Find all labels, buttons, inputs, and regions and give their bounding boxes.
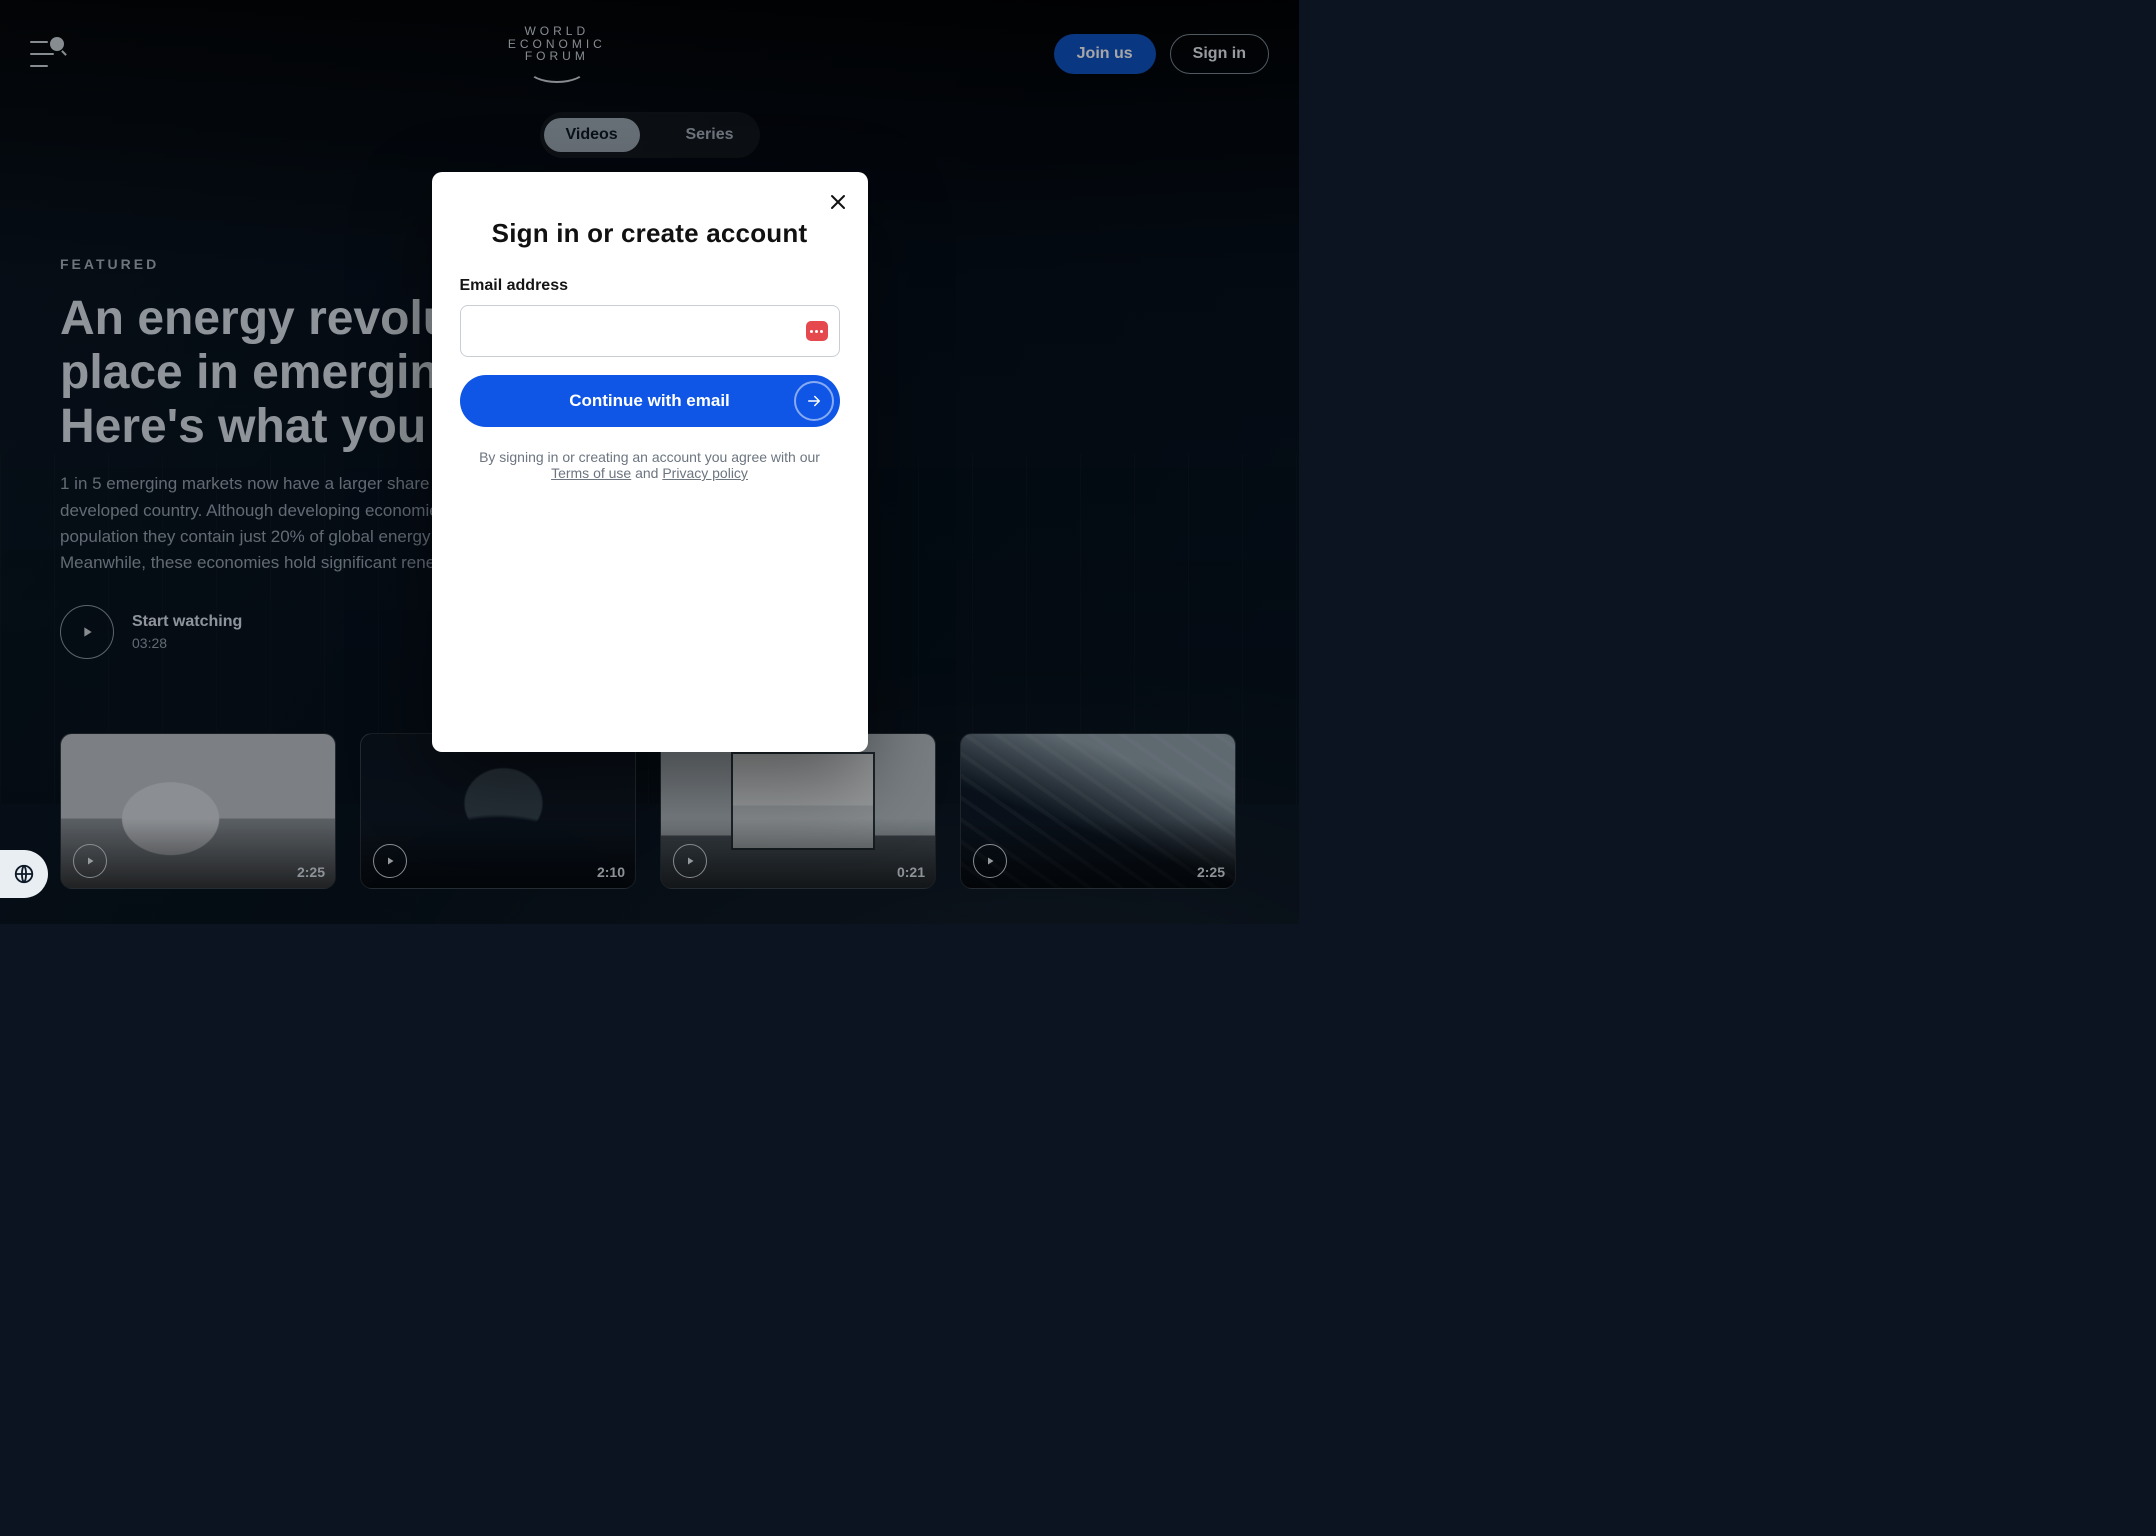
modal-title: Sign in or create account — [460, 218, 840, 249]
legal-text: By signing in or creating an account you… — [460, 449, 840, 481]
terms-link[interactable]: Terms of use — [551, 465, 631, 481]
legal-pre: By signing in or creating an account you… — [479, 449, 820, 465]
arrow-right-icon — [794, 381, 834, 421]
privacy-link[interactable]: Privacy policy — [662, 465, 748, 481]
legal-and: and — [631, 465, 662, 481]
email-label: Email address — [460, 277, 840, 295]
close-icon[interactable] — [826, 190, 850, 214]
signin-modal: Sign in or create account Email address … — [432, 172, 868, 752]
email-field-group: Email address — [460, 277, 840, 357]
continue-with-email-button[interactable]: Continue with email — [460, 375, 840, 427]
continue-label: Continue with email — [569, 391, 730, 410]
email-input[interactable] — [460, 305, 840, 357]
language-button[interactable] — [0, 850, 48, 898]
password-manager-icon[interactable] — [806, 321, 828, 341]
